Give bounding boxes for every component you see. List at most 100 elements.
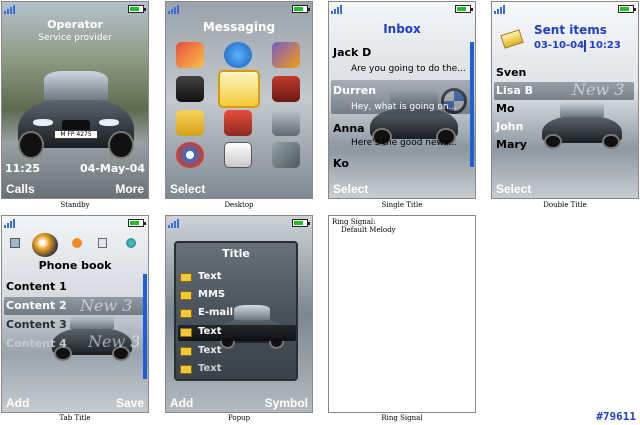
battery-icon: [292, 219, 310, 227]
envelope-icon: [180, 291, 192, 300]
media-icon[interactable]: [272, 76, 300, 102]
battery-icon: [292, 5, 310, 13]
tools-icon[interactable]: [272, 142, 300, 168]
tab-contact-icon[interactable]: [72, 238, 82, 248]
list-item[interactable]: Mary: [496, 138, 527, 151]
date: 04-May-04: [80, 162, 145, 175]
sent-time: 10:23: [589, 40, 621, 51]
status-bar: [2, 216, 148, 229]
watermark-text: New 3: [572, 80, 625, 99]
add-softkey[interactable]: Add: [6, 396, 29, 410]
softkey-bar: Select: [166, 180, 312, 198]
status-bar: [329, 2, 475, 15]
watermark-text: New 3: [88, 332, 141, 351]
caption-ring-signal: Ring Signal: [381, 414, 423, 422]
add-softkey[interactable]: Add: [170, 396, 193, 410]
caption-tab-title: Tab Title: [59, 414, 91, 422]
standby-screen: Operator Service provider M FP 4275 11:2…: [1, 1, 149, 199]
screen-title: Inbox: [383, 22, 421, 36]
car-image: [532, 94, 632, 154]
sent-items-screen: Sent items 03-10-04 10:23 New 3 Sven Lis…: [491, 1, 639, 199]
select-softkey[interactable]: Select: [496, 182, 531, 196]
signal-icon: [168, 218, 182, 228]
signal-icon: [331, 4, 345, 14]
list-item[interactable]: Text: [180, 271, 296, 285]
scrollbar[interactable]: [470, 42, 474, 167]
entertainment-icon[interactable]: [272, 42, 300, 68]
list-item[interactable]: John: [496, 120, 523, 133]
clock: 11:25: [5, 162, 41, 175]
symbol-softkey[interactable]: Symbol: [265, 396, 308, 410]
status-bar: [2, 2, 148, 15]
envelope-icon: [180, 365, 192, 374]
battery-icon: [128, 219, 146, 227]
tab-notes-icon[interactable]: [98, 238, 107, 248]
connectivity-icon[interactable]: [176, 142, 204, 168]
screen-title: Sent items: [534, 23, 607, 37]
softkey-bar: Calls More: [2, 180, 148, 198]
softkey-bar: Add Symbol: [166, 394, 312, 412]
settings-icon[interactable]: [272, 110, 300, 136]
list-item[interactable]: E-mail: [180, 307, 296, 321]
list-item[interactable]: Lisa B: [496, 84, 533, 97]
envelope-icon: [180, 328, 192, 337]
image-id: #79611: [596, 410, 636, 423]
ring-signal-value: Default Melody: [341, 226, 396, 234]
camera-icon[interactable]: [176, 76, 204, 102]
list-item[interactable]: Content 4: [6, 337, 67, 350]
status-bar: [166, 2, 312, 15]
file-manager-icon[interactable]: [176, 110, 204, 136]
list-item[interactable]: Sven: [496, 66, 526, 79]
internet-icon[interactable]: [224, 42, 252, 68]
list-item[interactable]: Text: [180, 345, 296, 359]
date-separator: [584, 40, 586, 52]
more-softkey[interactable]: More: [115, 182, 144, 196]
list-item[interactable]: MMS: [180, 289, 296, 303]
phonebook-screen: Phone book New 3 New 3 Content 1 Content…: [1, 215, 149, 413]
tab-globe-icon[interactable]: [126, 238, 136, 248]
select-softkey[interactable]: Select: [333, 182, 368, 196]
operator-name: Operator: [47, 18, 103, 31]
service-provider: Service provider: [38, 33, 112, 43]
envelope-icon: [180, 309, 192, 318]
watermark-text: New 3: [80, 296, 133, 315]
select-softkey[interactable]: Select: [170, 182, 205, 196]
scrollbar[interactable]: [143, 274, 147, 379]
calendar-icon[interactable]: [224, 142, 252, 168]
signal-icon: [168, 4, 182, 14]
battery-icon: [618, 5, 636, 13]
messaging-icon[interactable]: [218, 70, 260, 108]
softkey-bar: Select: [329, 180, 475, 198]
tab-calls-icon[interactable]: [10, 238, 20, 248]
popup-screen: Title Text MMS E-mail Text Text Text Add…: [165, 215, 313, 413]
softkey-bar: Select: [492, 180, 638, 198]
envelope-icon: [180, 273, 192, 282]
battery-icon: [455, 5, 473, 13]
status-bar: [166, 216, 312, 229]
signal-icon: [4, 4, 18, 14]
list-item[interactable]: Content 2: [6, 299, 67, 312]
ring-signal-panel: Ring Signal: Default Melody: [328, 215, 476, 413]
caption-standby: Standby: [60, 201, 90, 209]
car-image: [4, 58, 148, 168]
list-item[interactable]: Content 1: [6, 280, 67, 293]
contacts-icon[interactable]: [176, 42, 204, 68]
desktop-screen: Messaging Select: [165, 1, 313, 199]
list-item[interactable]: Text: [178, 325, 296, 341]
caption-popup: Popup: [227, 414, 251, 422]
list-item[interactable]: Mo: [496, 102, 515, 115]
envelope-icon: [180, 347, 192, 356]
calls-softkey[interactable]: Calls: [6, 182, 35, 196]
softkey-bar: Add Save: [2, 394, 148, 412]
save-softkey[interactable]: Save: [116, 396, 144, 410]
signal-icon: [4, 218, 18, 228]
list-item[interactable]: Content 3: [6, 318, 67, 331]
envelope-icon: [500, 29, 524, 49]
tab-phonebook-icon[interactable]: [32, 233, 58, 257]
caption-single-title: Single Title: [381, 201, 423, 209]
organizer-icon[interactable]: [224, 110, 252, 136]
popup-title: Title: [222, 247, 250, 260]
caption-desktop: Desktop: [224, 201, 254, 209]
battery-icon: [128, 5, 146, 13]
list-item[interactable]: Text: [180, 363, 296, 377]
